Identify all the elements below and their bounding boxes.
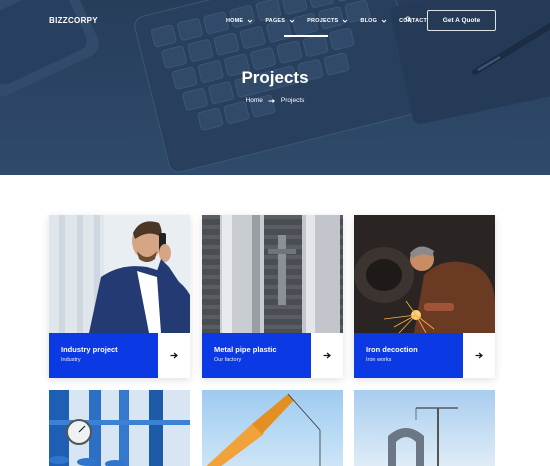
breadcrumb-current: Projects (280, 97, 305, 104)
project-card-construction-crane[interactable] (354, 390, 495, 466)
nav-item-label: PROJECTS (307, 18, 339, 24)
project-link-button[interactable] (463, 333, 495, 378)
project-image-industrial-gauges (49, 390, 190, 466)
project-title: Industry project (61, 345, 118, 354)
project-link-button[interactable] (311, 333, 343, 378)
nav-item-label: PAGES (265, 18, 286, 24)
nav-item-label: HOME (226, 18, 244, 24)
project-link-button[interactable] (158, 333, 190, 378)
breadcrumb-home-link[interactable]: Home (246, 97, 263, 104)
arrow-right-icon (268, 98, 275, 103)
project-card-label[interactable]: Iron decoction Iron works (354, 333, 463, 378)
get-a-quote-button[interactable]: Get A Quote (427, 10, 496, 31)
project-card-iron-decoction[interactable]: Iron decoction Iron works (354, 215, 495, 378)
project-card-label[interactable]: Industry project Industry (49, 333, 158, 378)
chevron-down-icon (247, 19, 253, 23)
nav-item-contact[interactable]: CONTACT (399, 15, 427, 27)
chevron-down-icon (289, 19, 295, 23)
chevron-down-icon (381, 19, 387, 23)
project-card-metal-pipe[interactable]: Metal pipe plastic Our factory (202, 215, 343, 378)
top-navigation: BIZZCORPY HOME PAGES PROJECTS BLOG CONTA… (0, 0, 550, 44)
project-card-industrial-gauges[interactable] (49, 390, 190, 466)
nav-item-blog[interactable]: BLOG (360, 15, 387, 27)
hero-banner: BIZZCORPY HOME PAGES PROJECTS BLOG CONTA… (0, 0, 550, 175)
nav-item-label: BLOG (360, 18, 378, 24)
project-image-businessman (49, 215, 190, 333)
search-icon[interactable] (405, 16, 412, 23)
project-category: Iron works (366, 357, 392, 363)
project-card-label[interactable]: Metal pipe plastic Our factory (202, 333, 311, 378)
nav-item-pages[interactable]: PAGES (265, 15, 295, 27)
project-category: Our factory (214, 357, 242, 363)
arrow-right-icon (475, 352, 483, 359)
project-image-orange-crane (202, 390, 343, 466)
nav-item-home[interactable]: HOME (226, 15, 253, 27)
project-image-construction-crane (354, 390, 495, 466)
site-logo[interactable]: BIZZCORPY (49, 16, 98, 25)
chevron-down-icon (343, 19, 348, 23)
arrow-right-icon (170, 352, 178, 359)
nav-item-projects[interactable]: PROJECTS (307, 15, 348, 27)
project-title: Iron decoction (366, 345, 418, 354)
nav-active-indicator (284, 35, 328, 37)
project-image-welder (354, 215, 495, 333)
project-image-metal-pipes (202, 215, 343, 333)
project-category: Industry (61, 357, 81, 363)
project-card-industry[interactable]: Industry project Industry (49, 215, 190, 378)
page-title: Projects (241, 68, 309, 87)
breadcrumb: Home Projects (0, 97, 550, 104)
nav-item-label: CONTACT (399, 18, 428, 24)
project-card-orange-crane[interactable] (202, 390, 343, 466)
project-title: Metal pipe plastic (214, 345, 277, 354)
arrow-right-icon (323, 352, 331, 359)
